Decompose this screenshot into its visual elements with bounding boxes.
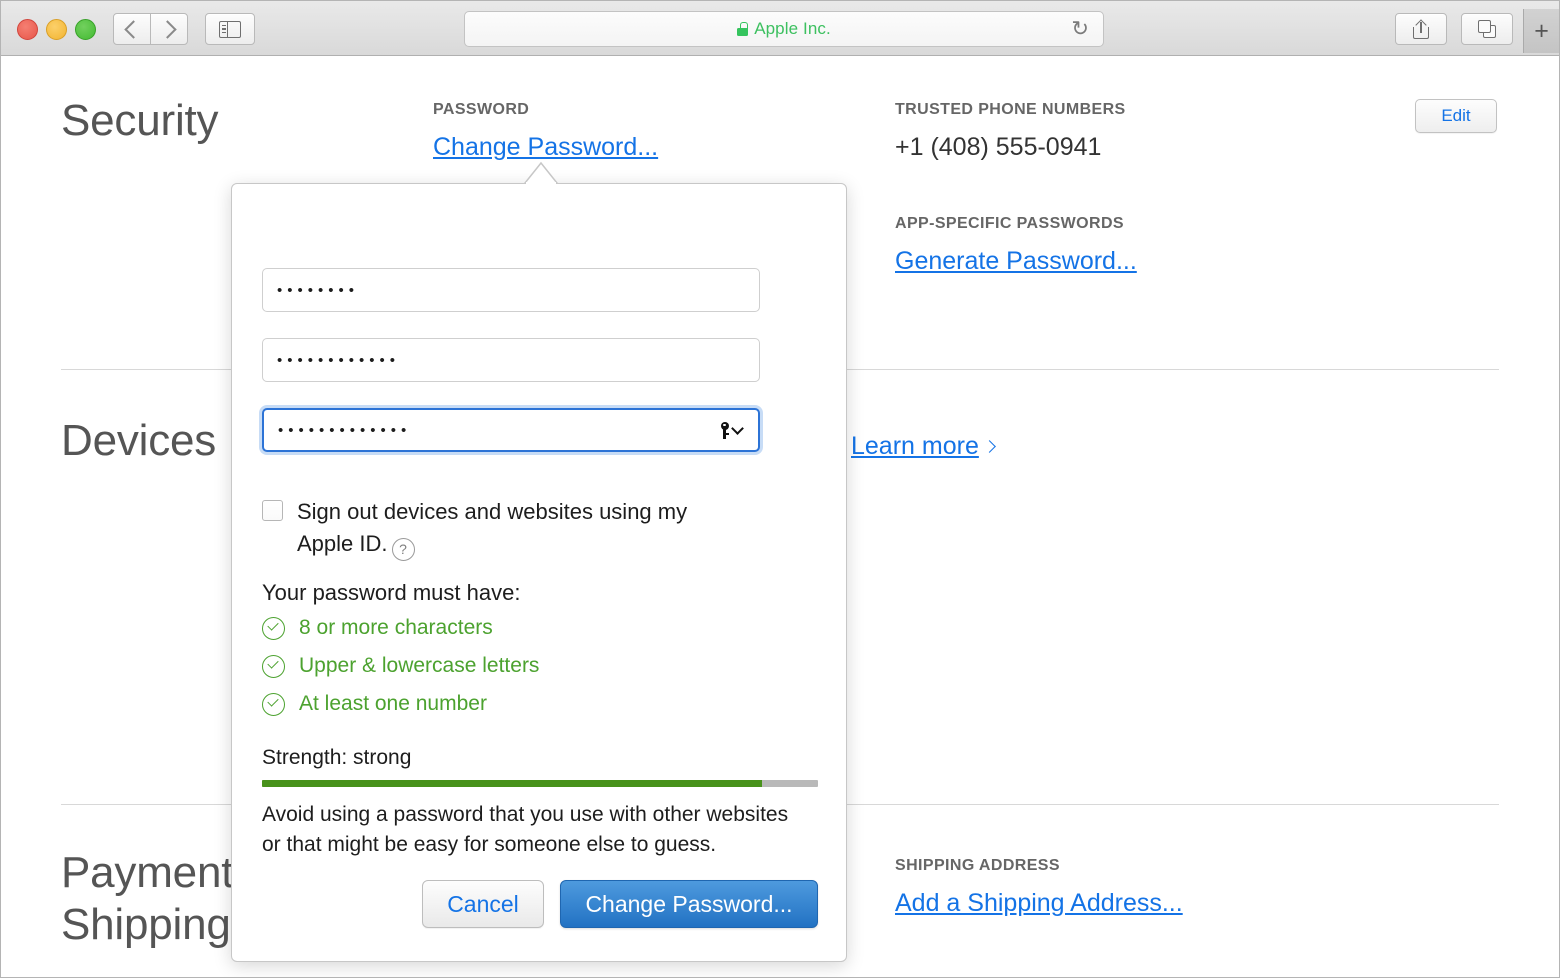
reload-icon[interactable]: ↻ bbox=[1071, 19, 1089, 40]
verify-password-value: ••••••••••••• bbox=[278, 421, 412, 439]
site-title: Apple Inc. bbox=[754, 19, 831, 38]
chevron-left-icon bbox=[124, 19, 143, 39]
requirement-item: At least one number bbox=[262, 692, 487, 716]
password-strength-meter bbox=[262, 780, 818, 787]
sign-out-devices-label: Sign out devices and websites using my A… bbox=[297, 496, 729, 561]
password-autofill-control[interactable] bbox=[719, 421, 744, 439]
address-bar[interactable]: Apple Inc. ↻ bbox=[464, 11, 1104, 47]
requirement-label: 8 or more characters bbox=[299, 616, 493, 639]
forward-button[interactable] bbox=[150, 13, 188, 45]
sign-out-devices-text: Sign out devices and websites using my A… bbox=[297, 499, 688, 556]
sidebar-toggle-button[interactable] bbox=[205, 13, 255, 45]
current-password-value: •••••••• bbox=[277, 281, 360, 299]
minimize-window-button[interactable] bbox=[46, 19, 67, 40]
maximize-window-button[interactable] bbox=[75, 19, 96, 40]
trusted-phone-value: +1 (408) 555-0941 bbox=[895, 133, 1102, 161]
add-shipping-address-link[interactable]: Add a Shipping Address... bbox=[895, 889, 1183, 918]
sign-out-devices-row[interactable]: Sign out devices and websites using my A… bbox=[262, 496, 762, 561]
change-password-popover: •••••••• •••••••••••• ••••••••••••• Sign… bbox=[231, 183, 847, 962]
check-circle-icon bbox=[262, 654, 285, 678]
password-advice-text: Avoid using a password that you use with… bbox=[262, 803, 789, 856]
password-strength-fill bbox=[262, 780, 763, 787]
generate-password-link[interactable]: Generate Password... bbox=[895, 247, 1137, 276]
chevron-right-icon bbox=[158, 19, 177, 39]
help-icon[interactable]: ? bbox=[391, 537, 415, 561]
key-icon bbox=[719, 421, 730, 439]
requirement-item: Upper & lowercase letters bbox=[262, 654, 539, 678]
shipping-address-label: SHIPPING ADDRESS bbox=[895, 857, 1060, 874]
change-password-link[interactable]: Change Password... bbox=[433, 133, 658, 162]
password-section-label: PASSWORD bbox=[433, 101, 530, 118]
check-circle-icon bbox=[262, 692, 285, 716]
new-tab-button[interactable]: + bbox=[1523, 9, 1559, 53]
lock-icon bbox=[737, 22, 749, 36]
window-controls bbox=[17, 19, 96, 40]
change-password-button[interactable]: Change Password... bbox=[560, 880, 818, 928]
verify-password-input[interactable]: ••••••••••••• bbox=[262, 408, 760, 452]
trusted-phone-label: TRUSTED PHONE NUMBERS bbox=[895, 101, 1126, 118]
page-title-devices: Devices bbox=[61, 416, 217, 465]
requirement-label: Upper & lowercase letters bbox=[299, 654, 540, 677]
requirement-item: 8 or more characters bbox=[262, 616, 493, 640]
new-password-value: •••••••••••• bbox=[277, 351, 401, 369]
chevron-right-icon bbox=[982, 440, 996, 453]
show-all-tabs-button[interactable] bbox=[1461, 13, 1513, 45]
current-password-input[interactable]: •••••••• bbox=[262, 268, 760, 312]
share-icon bbox=[1413, 19, 1429, 39]
browser-window: Apple Inc. ↻ + Security Devices Payment … bbox=[0, 0, 1560, 978]
sidebar-icon bbox=[219, 20, 241, 38]
chevron-down-icon bbox=[731, 421, 744, 435]
new-password-input[interactable]: •••••••••••• bbox=[262, 338, 760, 382]
back-button[interactable] bbox=[113, 13, 151, 45]
close-window-button[interactable] bbox=[17, 19, 38, 40]
learn-more-link[interactable]: Learn more bbox=[851, 432, 996, 461]
popover-arrow bbox=[523, 161, 559, 185]
app-specific-passwords-label: APP-SPECIFIC PASSWORDS bbox=[895, 215, 1124, 232]
address-bar-content: Apple Inc. bbox=[737, 19, 831, 39]
page-content: Security Devices Payment & Shipping PASS… bbox=[1, 57, 1559, 977]
sign-out-devices-checkbox[interactable] bbox=[262, 500, 283, 521]
learn-more-label: Learn more bbox=[851, 432, 979, 460]
requirements-title: Your password must have: bbox=[262, 580, 521, 605]
browser-toolbar: Apple Inc. ↻ + bbox=[1, 1, 1559, 56]
edit-button[interactable]: Edit bbox=[1415, 99, 1497, 133]
page-title-security: Security bbox=[61, 96, 219, 145]
requirement-label: At least one number bbox=[299, 692, 487, 715]
check-circle-icon bbox=[262, 616, 285, 640]
password-strength-label: Strength: strong bbox=[262, 746, 412, 769]
cancel-button[interactable]: Cancel bbox=[422, 880, 544, 928]
show-all-tabs-icon bbox=[1477, 20, 1497, 38]
share-button[interactable] bbox=[1395, 13, 1447, 45]
